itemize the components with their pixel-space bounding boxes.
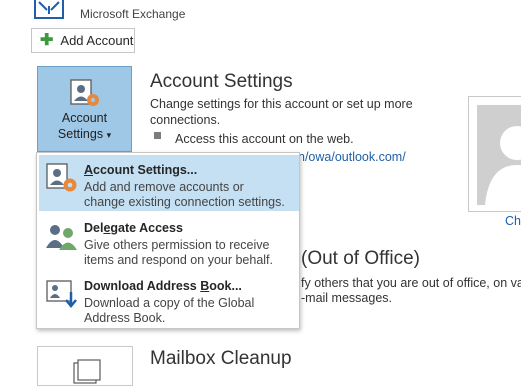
title-part: ook... xyxy=(209,279,242,293)
desc-line: items and respond on your behalf. xyxy=(84,253,274,267)
access-key: A xyxy=(84,163,94,177)
account-settings-description: Change settings for this account or set … xyxy=(150,96,413,128)
person-silhouette-icon xyxy=(485,126,521,205)
desc-line: Address Book. xyxy=(84,311,166,325)
menu-item-description: Add and remove accounts or change existi… xyxy=(84,180,296,210)
dropdown-arrow-icon: ▾ xyxy=(106,130,112,140)
tile-label-line2: Settings xyxy=(57,127,104,141)
account-settings-title: Account Settings xyxy=(150,71,293,92)
profile-picture xyxy=(468,96,521,212)
bullet-icon xyxy=(154,132,161,139)
desc-line-2: connections. xyxy=(150,113,221,127)
menu-item-title: Delegate Access xyxy=(84,221,183,235)
menu-item-title: Download Address Book... xyxy=(84,279,242,293)
address-book-download-icon xyxy=(46,280,77,308)
mailbox-cleanup-icon xyxy=(73,359,101,384)
add-account-button[interactable]: ✚ Add Account xyxy=(31,28,135,53)
menu-item-description: Give others permission to receive items … xyxy=(84,238,296,268)
desc-line: change existing connection settings. xyxy=(84,195,285,209)
desc-line: Download a copy of the Global xyxy=(84,296,255,310)
desc-line: Give others permission to receive xyxy=(84,238,270,252)
account-settings-dropdown-button[interactable]: Account Settings ▾ xyxy=(37,66,132,152)
menu-item-delegate-access[interactable]: Delegate Access Give others permission t… xyxy=(39,213,299,269)
account-settings-gear-icon xyxy=(46,163,77,192)
title-part: gate Access xyxy=(110,221,183,235)
automatic-replies-desc-2: -mail messages. xyxy=(301,291,392,305)
title-part: Del xyxy=(84,221,104,235)
mailbox-cleanup-title: Mailbox Cleanup xyxy=(150,348,292,369)
automatic-replies-desc-1: fy others that you are out of office, on… xyxy=(301,276,521,290)
account-type-label: Microsoft Exchange xyxy=(80,7,186,21)
title-part: Download Address xyxy=(84,279,201,293)
menu-item-title: Account Settings... xyxy=(84,163,197,177)
automatic-replies-title: (Out of Office) xyxy=(301,248,420,269)
web-access-text: Access this account on the web. xyxy=(175,132,354,146)
menu-item-account-settings[interactable]: Account Settings... Add and remove accou… xyxy=(39,155,299,211)
add-account-label: Add Account xyxy=(60,33,134,48)
menu-item-download-address-book[interactable]: Download Address Book... Download a copy… xyxy=(39,271,299,327)
menu-item-description: Download a copy of the Global Address Bo… xyxy=(84,296,296,326)
desc-line: Add and remove accounts or xyxy=(84,180,244,194)
desc-line-1: Change settings for this account or set … xyxy=(150,97,413,111)
plus-icon: ✚ xyxy=(40,31,54,49)
owa-link[interactable]: n/owa/outlook.com/ xyxy=(298,150,406,164)
tile-label-line1: Account xyxy=(61,111,108,125)
change-picture-link[interactable]: Cha xyxy=(505,214,521,228)
title-part: ccount Settings... xyxy=(93,163,198,177)
account-settings-menu: Account Settings... Add and remove accou… xyxy=(36,152,300,329)
account-settings-icon xyxy=(70,79,99,106)
exchange-logo-icon xyxy=(34,0,64,19)
access-key: B xyxy=(200,279,210,293)
delegate-people-icon xyxy=(46,225,77,250)
mailbox-cleanup-button[interactable] xyxy=(37,346,133,386)
